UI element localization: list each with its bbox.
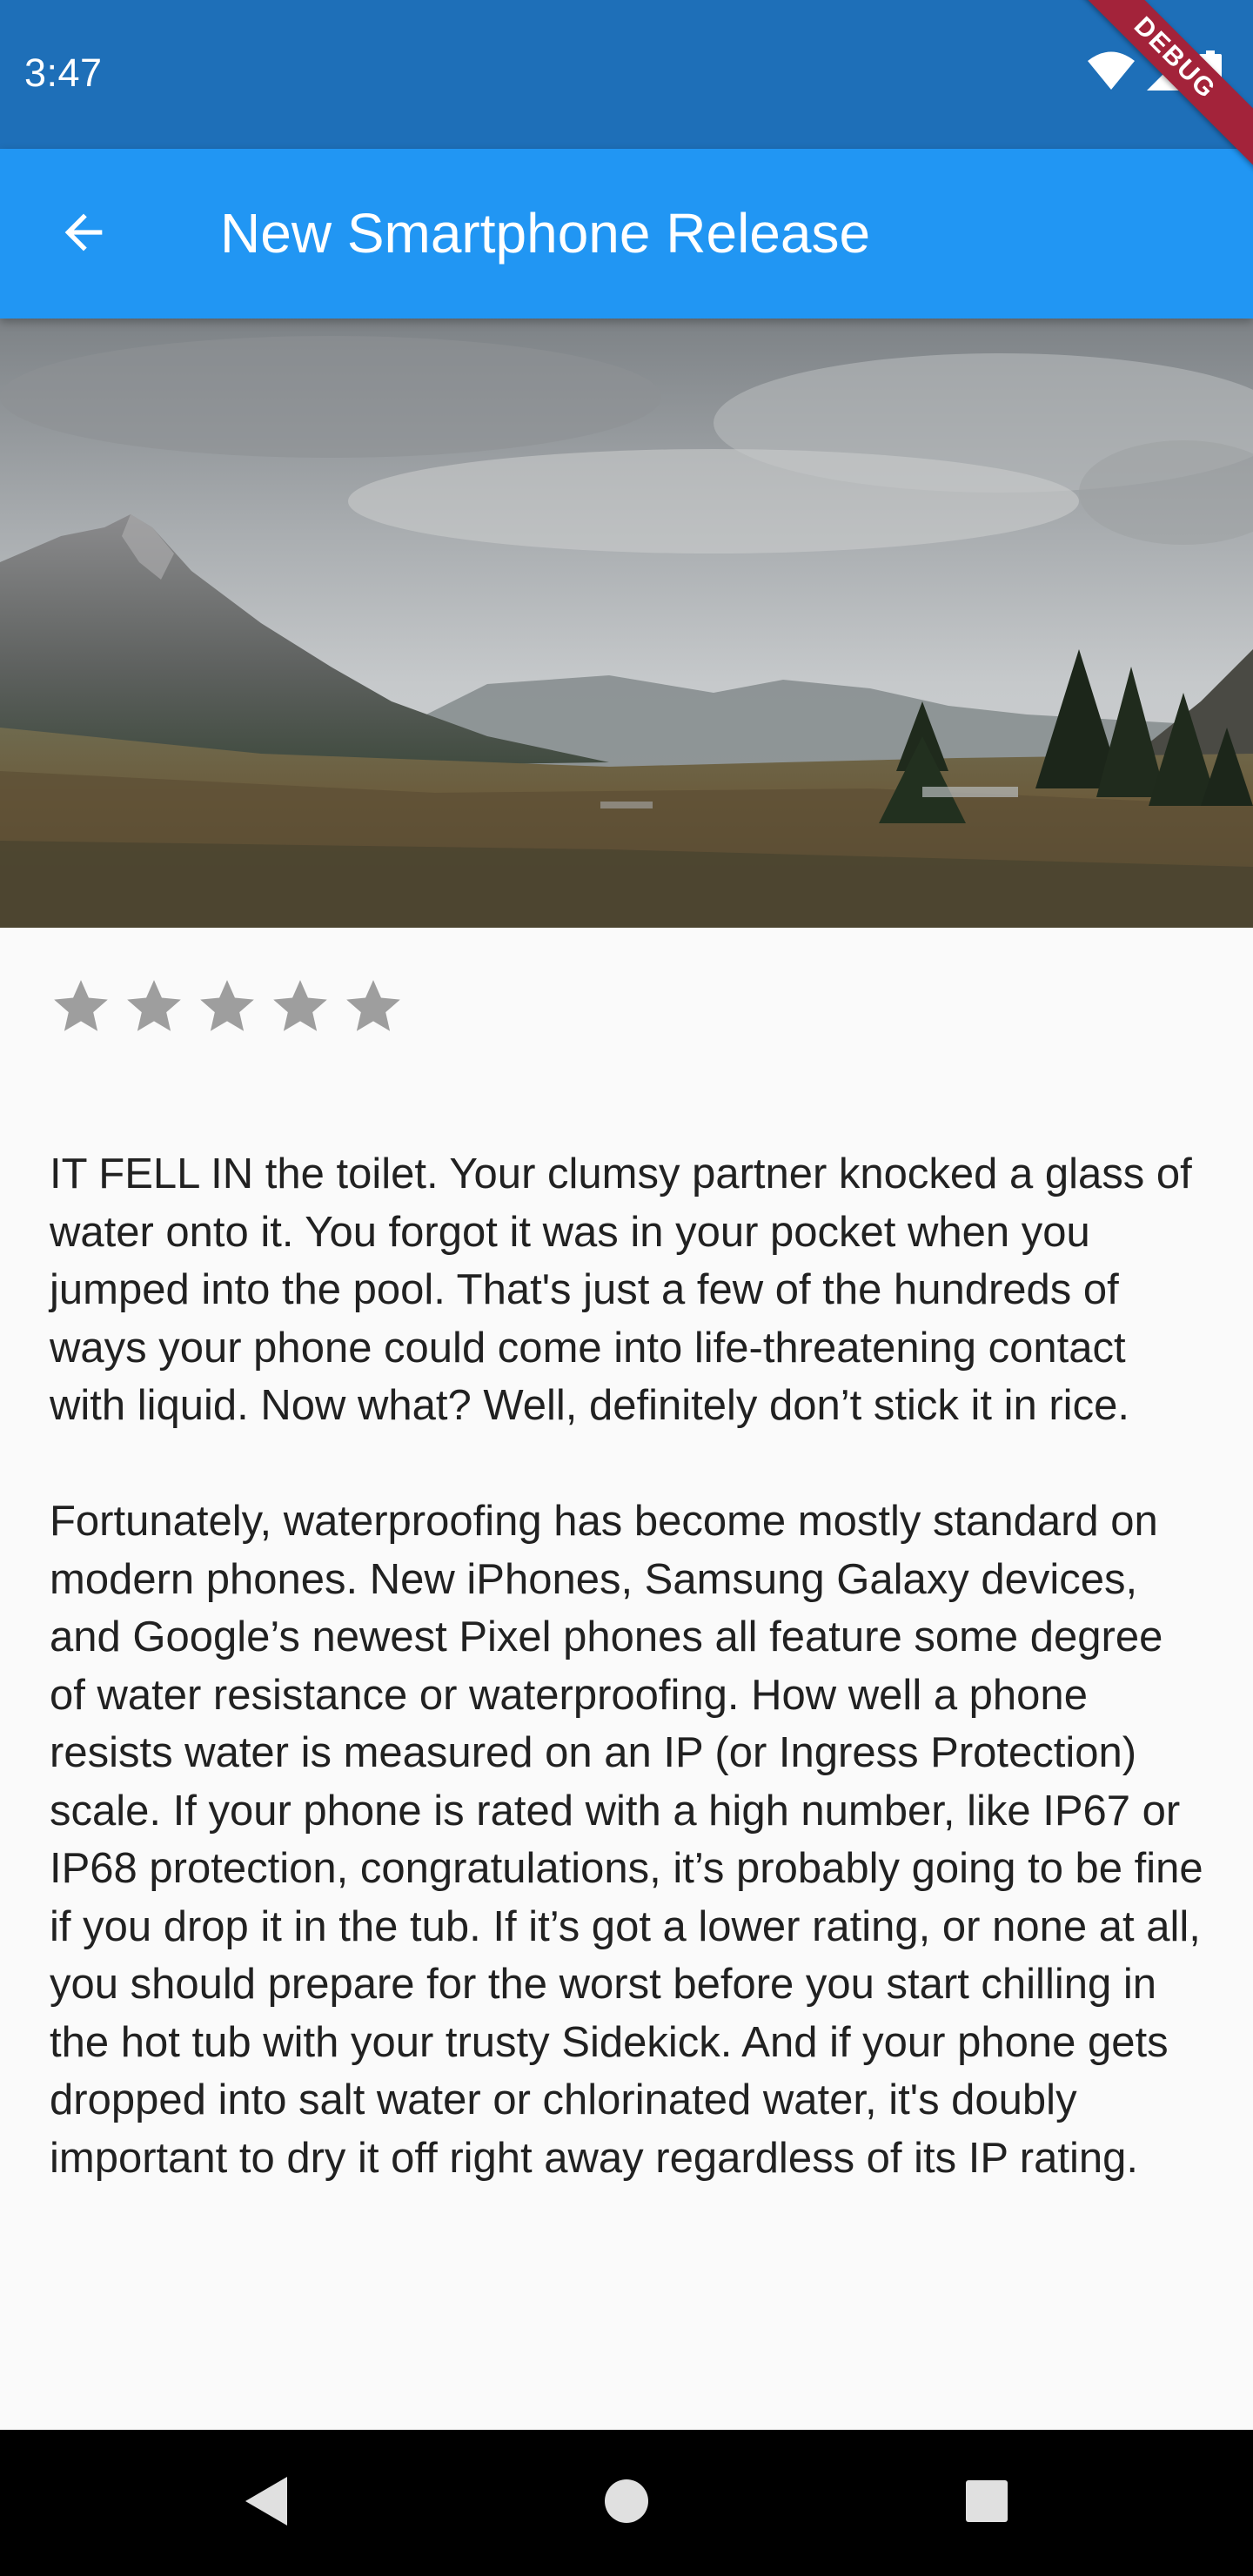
status-bar: 3:47 <box>0 0 1253 149</box>
hero-image <box>0 319 1253 928</box>
status-time: 3:47 <box>24 50 103 95</box>
recents-square-icon <box>964 2479 1009 2528</box>
star-icon[interactable] <box>49 975 113 1039</box>
back-triangle-icon <box>242 2475 291 2532</box>
screen: 3:47 DEBUG New Smartphone Release IT FEL… <box>0 0 1253 2576</box>
article-paragraph: IT FELL IN the toilet. Your clumsy partn… <box>50 1150 1192 1429</box>
star-icon[interactable] <box>341 975 405 1039</box>
app-bar: New Smartphone Release <box>0 149 1253 319</box>
arrow-back-icon <box>56 205 111 265</box>
home-circle-icon <box>603 2478 650 2529</box>
nav-back-button[interactable] <box>235 2472 298 2534</box>
article-paragraph: Fortunately, waterproofing has become mo… <box>50 1498 1203 2182</box>
star-rating[interactable] <box>49 975 405 1039</box>
star-icon[interactable] <box>268 975 332 1039</box>
nav-home-button[interactable] <box>595 2472 658 2534</box>
back-button[interactable] <box>42 192 125 276</box>
wifi-icon <box>1088 51 1135 94</box>
nav-recents-button[interactable] <box>955 2472 1018 2534</box>
star-icon[interactable] <box>195 975 259 1039</box>
star-icon[interactable] <box>122 975 186 1039</box>
system-nav-bar <box>0 2430 1253 2576</box>
article-body: IT FELL IN the toilet. Your clumsy partn… <box>50 1145 1207 2245</box>
page-title: New Smartphone Release <box>220 202 871 265</box>
